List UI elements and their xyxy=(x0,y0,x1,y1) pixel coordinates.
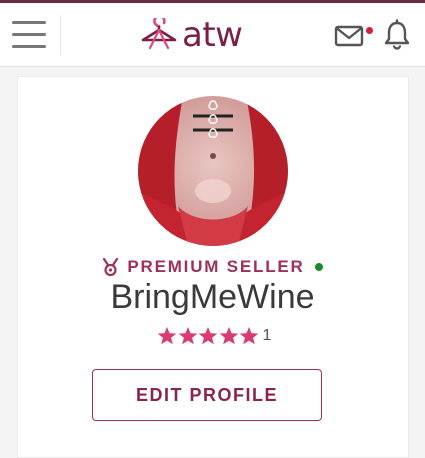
badge-label: PREMIUM SELLER xyxy=(127,257,305,276)
unread-mail-dot xyxy=(366,27,373,34)
top-nav-bar: atw xyxy=(0,3,425,67)
star-icon xyxy=(157,327,177,345)
star-icon xyxy=(178,327,197,345)
hanger-icon xyxy=(141,18,177,50)
site-logo[interactable]: atw xyxy=(140,13,243,57)
header-divider xyxy=(60,15,61,55)
online-status-dot xyxy=(314,263,323,271)
star-icon xyxy=(239,327,259,345)
medal-icon xyxy=(103,258,119,276)
rating[interactable]: 1 xyxy=(157,324,271,348)
star-icon xyxy=(219,327,238,345)
rating-count: 1 xyxy=(262,327,272,344)
logo-text: atw xyxy=(182,15,243,55)
star-icon xyxy=(198,327,218,345)
mail-icon[interactable] xyxy=(334,23,364,49)
bell-icon[interactable] xyxy=(382,19,412,51)
edit-profile-label: EDIT PROFILE xyxy=(135,384,278,405)
edit-profile-button[interactable]: EDIT PROFILE xyxy=(92,369,322,421)
profile-avatar[interactable] xyxy=(138,96,288,246)
hamburger-menu-icon[interactable] xyxy=(12,21,46,49)
profile-username: BringMeWine xyxy=(110,278,315,316)
seller-badge: PREMIUM SELLER xyxy=(0,256,425,278)
